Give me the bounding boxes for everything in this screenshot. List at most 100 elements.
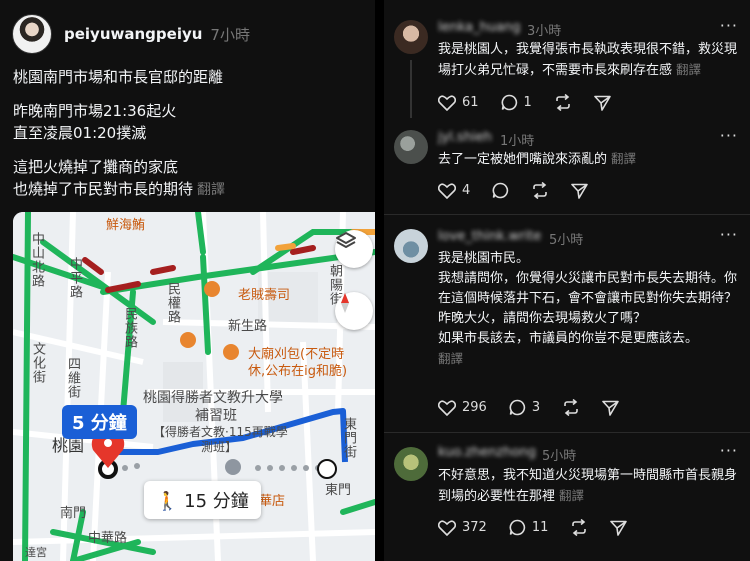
map-label: 測班】 (201, 440, 238, 454)
heart-icon (438, 519, 456, 536)
post-panel: peiyuwangpeiyu 7小時 桃園南門市場和市長官邸的距離 昨晚南門市場… (0, 0, 375, 561)
map-label: 民權路 (165, 282, 180, 324)
comment-time: 1小時 (500, 134, 535, 149)
comment-actions: 372 11 (438, 519, 649, 536)
comment-actions: 296 3 (438, 399, 641, 416)
share-button[interactable] (594, 95, 611, 111)
send-icon (594, 95, 611, 111)
author-username[interactable]: peiyuwangpeiyu (64, 25, 202, 43)
repost-button[interactable] (554, 94, 572, 111)
map-image[interactable]: 鮮海鮪 中山北路 中平路 民權路 民族路 新生路 老賊壽司 大廟刈包(不定時 休… (13, 212, 375, 561)
thread-line (410, 60, 412, 118)
walk-time-badge: 🚶 15 分鐘 (144, 481, 261, 519)
reply-button[interactable]: 11 (509, 519, 549, 536)
send-icon (610, 520, 628, 536)
map-label: 達宮 (25, 546, 47, 559)
panel-gap (375, 0, 384, 561)
post-line: 直至凌晨01:20撲滅 (13, 124, 147, 142)
commenter-name[interactable]: jyl.shieh (438, 130, 492, 145)
repost-icon (572, 519, 587, 536)
walk-time-text: 15 分鐘 (184, 491, 249, 512)
comments-panel: lenka_huang 3小時 ··· 我是桃園人，我覺得張市長執政表現很不錯，… (384, 0, 750, 561)
map-label: 中平路 (67, 257, 82, 299)
map-label: 老賊壽司 (238, 288, 291, 303)
compass-button[interactable] (335, 292, 373, 330)
commenter-avatar[interactable] (394, 229, 428, 263)
like-button[interactable]: 296 (438, 399, 487, 416)
commenter-avatar[interactable] (394, 130, 428, 164)
map-label: 中華路 (88, 531, 128, 546)
comment-item: lenka_huang 3小時 ··· 我是桃園人，我覺得張市長執政表現很不錯，… (384, 0, 750, 118)
post-line: 昨晚南門市場21:36起火 (13, 102, 177, 120)
comment-text: 我是桃園人，我覺得張市長執政表現很不錯，救災現場打火弟兄忙碌，不需要市長來刷存在… (438, 40, 738, 81)
reply-icon (509, 399, 525, 416)
repost-button[interactable] (562, 399, 580, 416)
map-label: 東門街 (341, 417, 356, 459)
comment-text: 不好意思，我不知道火災現場第一時間縣市首長親身到場的必要性在那裡 翻譯 (438, 466, 738, 507)
repost-icon (533, 182, 548, 199)
commenter-avatar[interactable] (394, 447, 428, 481)
share-button[interactable] (571, 183, 589, 199)
comment-line: 如果市長該去，市議員的你豈不是更應該去。 (438, 331, 699, 346)
more-options-icon[interactable]: ··· (720, 441, 738, 460)
commenter-name[interactable]: kuo.zhenzhong (438, 445, 536, 460)
comment-body: 不好意思，我不知道火災現場第一時間縣市首長親身到場的必要性在那裡 (438, 468, 738, 504)
send-icon (602, 400, 619, 416)
more-options-icon[interactable]: ··· (720, 225, 738, 244)
more-options-icon[interactable]: ··· (720, 126, 738, 145)
translate-link[interactable]: 翻譯 (559, 488, 584, 503)
restaurant-icon (204, 281, 220, 297)
reply-icon (492, 182, 509, 199)
map-label: 新生路 (228, 319, 268, 334)
share-button[interactable] (610, 520, 628, 536)
comment-time: 3小時 (527, 24, 562, 39)
like-count: 296 (462, 400, 487, 415)
repost-button[interactable] (531, 182, 549, 199)
layers-icon (336, 232, 356, 248)
comment-item: love_think.write 5小時 ··· 我是桃園市民。 我想請問你，你… (384, 215, 750, 430)
like-button[interactable]: 61 (438, 94, 479, 111)
commenter-name[interactable]: love_think.write (438, 229, 541, 244)
reply-count: 1 (523, 95, 532, 110)
map-label: 四維街 (65, 357, 80, 399)
like-count: 61 (462, 95, 479, 110)
reply-button[interactable] (492, 182, 509, 199)
map-label: 休,公布在ig和脆) (248, 364, 348, 379)
map-label: 鮮海鮪 (106, 218, 146, 233)
post-body: 桃園南門市場和市長官邸的距離 昨晚南門市場21:36起火 直至凌晨01:20撲滅… (13, 66, 368, 213)
map-label: 華店 (259, 494, 286, 509)
heart-icon (438, 182, 456, 199)
share-button[interactable] (602, 400, 619, 416)
map-label: 補習班 (195, 408, 237, 424)
layers-button[interactable] (335, 230, 373, 268)
reply-count: 11 (531, 520, 549, 535)
comment-item: kuo.zhenzhong 5小時 ··· 不好意思，我不知道火災現場第一時間縣… (384, 433, 750, 561)
reply-icon (501, 94, 517, 111)
comment-actions: 4 (438, 182, 610, 199)
walking-icon: 🚶 (156, 491, 179, 512)
school-icon (225, 459, 241, 475)
heart-icon (438, 399, 456, 416)
comment-time: 5小時 (549, 233, 584, 248)
commenter-avatar[interactable] (394, 20, 428, 54)
translate-link[interactable]: 翻譯 (197, 182, 225, 198)
repost-button[interactable] (570, 519, 588, 536)
map-label: 東門 (325, 483, 352, 498)
reply-button[interactable]: 3 (509, 399, 540, 416)
drive-time-badge: 5 分鐘 (62, 405, 137, 439)
author-avatar[interactable] (12, 14, 52, 54)
more-options-icon[interactable]: ··· (720, 16, 738, 35)
repost-icon (564, 399, 578, 416)
post-line: 桃園南門市場和市長官邸的距離 (13, 68, 224, 86)
translate-link[interactable]: 翻譯 (676, 62, 701, 77)
reply-button[interactable]: 1 (501, 94, 532, 111)
translate-link[interactable]: 翻譯 (611, 151, 636, 166)
like-button[interactable]: 4 (438, 182, 470, 199)
like-button[interactable]: 372 (438, 519, 487, 536)
comment-item: jyl.shieh 1小時 ··· 去了一定被她們嘴說來添亂的 翻譯 4 (384, 118, 750, 213)
translate-link[interactable]: 翻譯 (438, 349, 738, 369)
commenter-name[interactable]: lenka_huang (438, 20, 521, 35)
reply-icon (509, 519, 525, 536)
comment-text: 我是桃園市民。 我想請問你，你覺得火災讓市民對市長失去期待。你在這個時候落井下石… (438, 249, 738, 369)
map-label: 文化街 (30, 342, 45, 384)
